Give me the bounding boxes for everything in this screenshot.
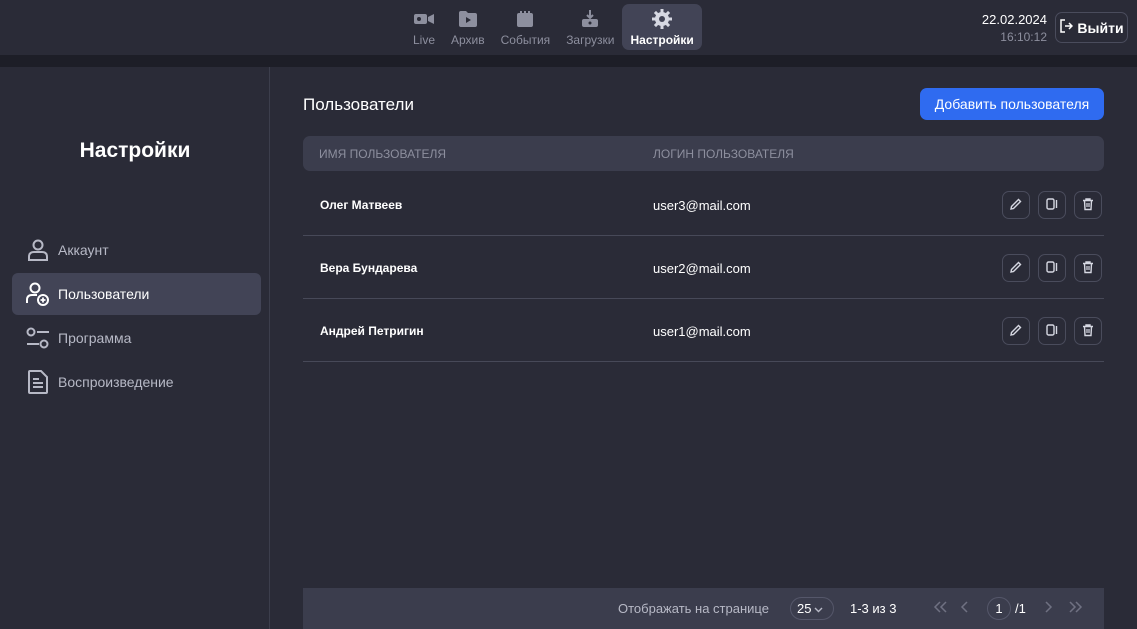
current-date: 22.02.2024 [981,12,1047,27]
settings-sidebar: Настройки Аккаунт Пользователи Программа… [0,67,270,629]
pencil-icon [1009,323,1023,340]
sidebar-item-program[interactable]: Программа [12,317,261,359]
datetime: 22.02.2024 16:10:12 [982,12,1047,44]
page-total: /1 [1015,601,1026,616]
tab-downloads[interactable]: Загрузки [558,4,622,50]
camera-icon [413,8,435,30]
top-bar: Live Архив События Загрузки Настройки 22… [0,0,1137,55]
delete-button[interactable] [1074,191,1102,219]
tab-label: Live [413,32,436,47]
sidebar-item-label: Аккаунт [58,242,109,258]
gear-icon [651,8,673,30]
tab-events[interactable]: События [493,4,559,50]
page-title: Пользователи [303,95,414,114]
user-login: user2@mail.com [653,261,751,276]
edit-button[interactable] [1002,191,1030,219]
column-header-name: Имя пользователя [319,146,447,161]
trash-icon [1081,323,1095,340]
tab-label: Настройки [630,32,694,47]
user-add-icon [25,281,51,307]
pagination-bar: Отображать на странице 25 1-3 из 3 1 /1 [303,588,1104,629]
pencil-icon [1009,260,1023,277]
folder-play-icon [457,8,479,30]
range-text: 1-3 из 3 [850,601,897,616]
panel-icon [1045,260,1059,277]
current-time: 16:10:12 [1000,30,1047,44]
per-page-select[interactable]: 25 [790,597,834,620]
panel-icon [1045,323,1059,340]
table-row: Вера Бундарева user2@mail.com [303,236,1104,299]
per-page-label: Отображать на странице [618,601,769,616]
clapper-icon [514,8,536,30]
panel-icon [1045,197,1059,214]
next-page-button[interactable] [1039,598,1059,618]
add-user-button[interactable]: Добавить пользователя [920,88,1104,120]
user-name: Вера Бундарева [320,261,418,275]
sidebar-item-account[interactable]: Аккаунт [12,229,261,271]
tab-label: Архив [451,32,485,47]
header-divider [0,55,1137,67]
toggle-button[interactable] [1038,317,1066,345]
sidebar-item-label: Воспроизведение [58,374,174,390]
tab-archive[interactable]: Архив [443,4,493,50]
edit-button[interactable] [1002,317,1030,345]
logout-icon [1059,19,1074,36]
download-icon [579,8,601,30]
delete-button[interactable] [1074,254,1102,282]
logout-label: Выйти [1077,19,1124,36]
users-table: Олег Матвеев user3@mail.com Вера Бундаре… [303,173,1104,362]
users-panel: Пользователи Добавить пользователя Имя п… [271,67,1137,629]
table-header: Имя пользователя Логин пользователя [303,136,1104,171]
logout-button[interactable]: Выйти [1055,12,1128,43]
settings-menu: Аккаунт Пользователи Программа Воспроизв… [12,229,261,405]
tab-settings[interactable]: Настройки [622,4,702,50]
page-number-input[interactable]: 1 [987,597,1011,620]
first-page-button[interactable] [930,598,950,618]
chevron-down-icon [814,601,823,616]
user-name: Олег Матвеев [320,198,403,212]
prev-page-button[interactable] [954,598,974,618]
table-row: Андрей Петригин user1@mail.com [303,299,1104,362]
double-chevron-right-icon [1069,600,1083,616]
table-row: Олег Матвеев user3@mail.com [303,173,1104,236]
sidebar-item-label: Программа [58,330,132,346]
double-chevron-left-icon [933,600,947,616]
edit-button[interactable] [1002,254,1030,282]
tab-label: Загрузки [566,32,615,47]
delete-button[interactable] [1074,317,1102,345]
trash-icon [1081,260,1095,277]
user-login: user1@mail.com [653,324,751,339]
pencil-icon [1009,197,1023,214]
sidebar-item-label: Пользователи [58,286,150,302]
chevron-left-icon [960,600,968,616]
sidebar-item-playback[interactable]: Воспроизведение [12,361,261,403]
row-actions [1002,191,1102,219]
main-nav: Live Архив События Загрузки Настройки [405,4,702,50]
sliders-icon [25,325,51,351]
last-page-button[interactable] [1066,598,1086,618]
column-header-login: Логин пользователя [653,146,794,161]
document-icon [25,369,51,395]
user-login: user3@mail.com [653,198,751,213]
per-page-value: 25 [797,601,812,616]
sidebar-item-users[interactable]: Пользователи [12,273,261,315]
tab-live[interactable]: Live [405,4,443,50]
trash-icon [1081,197,1095,214]
tab-label: События [500,32,551,47]
chevron-right-icon [1045,600,1053,616]
sidebar-title: Настройки [79,139,191,162]
toggle-button[interactable] [1038,254,1066,282]
row-actions [1002,317,1102,345]
toggle-button[interactable] [1038,191,1066,219]
row-actions [1002,254,1102,282]
user-name: Андрей Петригин [320,324,424,338]
user-icon [25,237,51,263]
